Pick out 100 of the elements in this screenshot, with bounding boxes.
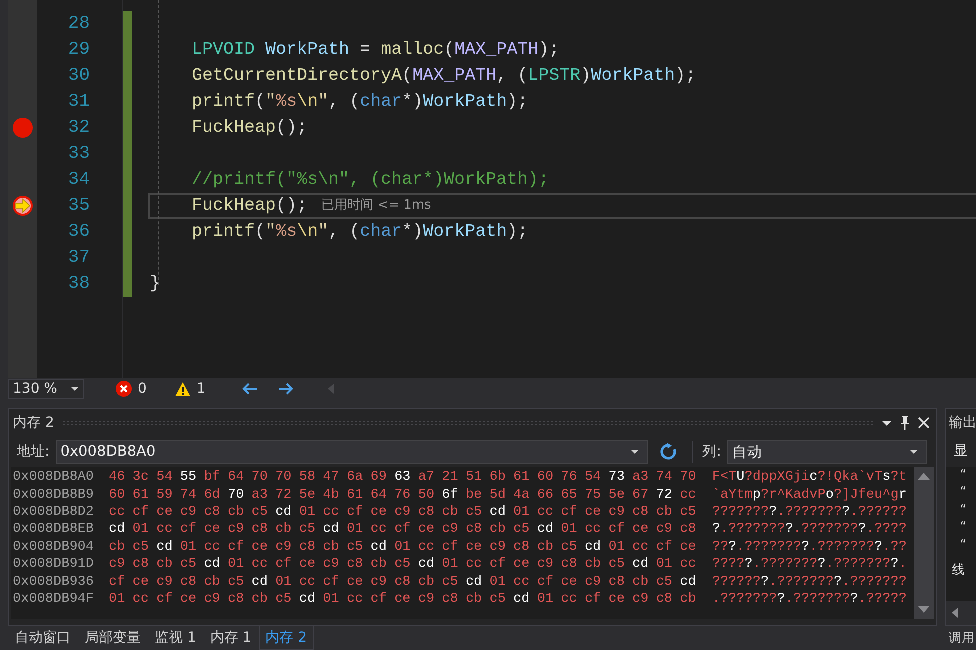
scroll-left-icon[interactable] bbox=[952, 608, 958, 618]
panel-tab[interactable]: 监视 1 bbox=[148, 626, 204, 650]
hex-byte: ce bbox=[132, 574, 149, 590]
ascii-text: ????????.????????.?????? bbox=[712, 504, 907, 520]
hex-byte: c8 bbox=[394, 574, 411, 590]
hex-byte: c9 bbox=[204, 592, 220, 607]
output-line: 线 bbox=[952, 562, 966, 580]
close-icon[interactable] bbox=[918, 417, 930, 429]
hex-byte: 5e bbox=[608, 488, 625, 503]
pin-icon[interactable] bbox=[900, 416, 910, 430]
hex-byte: c5 bbox=[276, 592, 292, 607]
hex-byte: cf bbox=[584, 592, 602, 607]
zoom-dropdown[interactable]: 130 % bbox=[8, 379, 84, 399]
hex-byte: cb bbox=[228, 504, 244, 520]
columns-dropdown[interactable]: 自动 bbox=[727, 440, 928, 464]
hex-byte: 69 bbox=[370, 470, 387, 486]
hex-byte: cb bbox=[466, 592, 482, 607]
memory-address: 0x008DB8EB bbox=[13, 522, 93, 538]
ascii-text: ?????.????????.????????. bbox=[712, 557, 907, 572]
hex-byte: c5 bbox=[680, 504, 696, 520]
memory-address: 0x008DB91D bbox=[13, 557, 93, 572]
scroll-up-icon[interactable] bbox=[918, 473, 930, 480]
hex-byte: c5 bbox=[656, 574, 673, 590]
hex-byte: c8 bbox=[180, 574, 197, 590]
hex-byte: cd bbox=[109, 522, 126, 538]
hex-byte: c8 bbox=[418, 504, 435, 520]
hex-byte: cd bbox=[299, 592, 316, 607]
hex-byte: c5 bbox=[466, 504, 482, 520]
hex-byte: cf bbox=[656, 540, 673, 555]
hex-byte: c9 bbox=[608, 504, 625, 520]
hex-byte: cf bbox=[180, 522, 197, 538]
hex-byte: c9 bbox=[632, 592, 649, 607]
hex-byte: c8 bbox=[204, 504, 220, 520]
refresh-icon[interactable] bbox=[660, 443, 678, 461]
panel-tab[interactable]: 自动窗口 bbox=[8, 626, 78, 650]
hex-byte: 76 bbox=[561, 470, 578, 486]
hex-byte: bf bbox=[204, 470, 220, 486]
hex-byte: cf bbox=[323, 574, 340, 590]
hex-byte: 6d bbox=[204, 488, 220, 503]
hex-byte: 01 bbox=[561, 522, 578, 538]
hex-byte: a3 bbox=[252, 488, 268, 503]
hex-byte: 70 bbox=[252, 470, 268, 486]
hex-byte: cb bbox=[680, 592, 696, 607]
hex-byte: c8 bbox=[132, 557, 149, 572]
back-arrow-icon[interactable] bbox=[242, 383, 258, 395]
code-line: LPVOID WorkPath = malloc(MAX_PATH); bbox=[191, 39, 561, 62]
hex-byte: 75 bbox=[584, 488, 602, 503]
error-icon[interactable] bbox=[116, 381, 132, 397]
hex-byte: c8 bbox=[299, 540, 316, 555]
hex-byte: cc bbox=[204, 540, 220, 555]
ascii-text: `aYtmp?r^KadvPo?]Jfeu^gr bbox=[712, 488, 907, 503]
hex-byte: c8 bbox=[346, 557, 364, 572]
hex-byte: cc bbox=[537, 504, 554, 520]
hex-byte: ce bbox=[561, 574, 578, 590]
hex-byte: c9 bbox=[490, 540, 506, 555]
output-line: “ bbox=[960, 467, 968, 484]
hex-byte: be bbox=[466, 488, 482, 503]
hex-byte: cc bbox=[252, 557, 268, 572]
hex-byte: ce bbox=[680, 540, 696, 555]
code-line: FuckHeap(); bbox=[191, 117, 309, 140]
warning-icon[interactable] bbox=[174, 382, 191, 396]
panel-tab[interactable]: 局部变量 bbox=[78, 626, 148, 650]
hex-byte: 61 bbox=[514, 470, 530, 486]
panel-tab[interactable]: 内存 1 bbox=[203, 626, 259, 650]
hex-byte: 01 bbox=[442, 557, 458, 572]
hex-byte: cd bbox=[252, 574, 268, 590]
hex-byte: 64 bbox=[370, 488, 387, 503]
elapsed-time-tip: 已用时间 <= 1ms bbox=[322, 197, 432, 215]
memory-address: 0x008DB936 bbox=[13, 574, 93, 590]
hex-byte: c9 bbox=[537, 557, 554, 572]
hex-byte: cb bbox=[204, 574, 220, 590]
memory-address: 0x008DB94F bbox=[13, 592, 93, 607]
hex-byte: c9 bbox=[276, 540, 292, 555]
panel-tab[interactable]: 调用 bbox=[946, 626, 976, 650]
hex-byte: cd bbox=[537, 522, 554, 538]
hex-byte: cb bbox=[537, 540, 554, 555]
hex-byte: cc bbox=[418, 540, 435, 555]
error-count: 0 bbox=[138, 381, 147, 397]
ascii-text: ?.????????.????????.???? bbox=[712, 522, 907, 538]
panel-tab[interactable]: 内存 2 bbox=[258, 626, 314, 650]
hex-byte: cb bbox=[109, 540, 126, 555]
address-field[interactable]: 0x008DB8A0 bbox=[56, 440, 648, 464]
address-label: 地址: bbox=[17, 443, 50, 461]
hex-byte: c8 bbox=[561, 557, 578, 572]
hex-byte: c5 bbox=[394, 557, 411, 572]
hex-byte: cd bbox=[632, 557, 649, 572]
hex-byte: 01 bbox=[346, 522, 364, 538]
scroll-down-icon[interactable] bbox=[918, 606, 930, 613]
line-number: 31 bbox=[67, 91, 90, 114]
hex-byte: c5 bbox=[299, 522, 316, 538]
hex-byte: 51 bbox=[466, 470, 482, 486]
hex-byte: cf bbox=[132, 504, 149, 520]
hex-byte: cb bbox=[490, 522, 506, 538]
hex-byte: 01 bbox=[394, 540, 411, 555]
dropdown-icon[interactable] bbox=[882, 420, 892, 426]
hex-byte: c9 bbox=[228, 522, 244, 538]
hex-byte: c8 bbox=[252, 522, 268, 538]
forward-arrow-icon[interactable] bbox=[278, 383, 294, 395]
hex-byte: cc bbox=[680, 557, 696, 572]
hex-byte: 4b bbox=[323, 488, 340, 503]
